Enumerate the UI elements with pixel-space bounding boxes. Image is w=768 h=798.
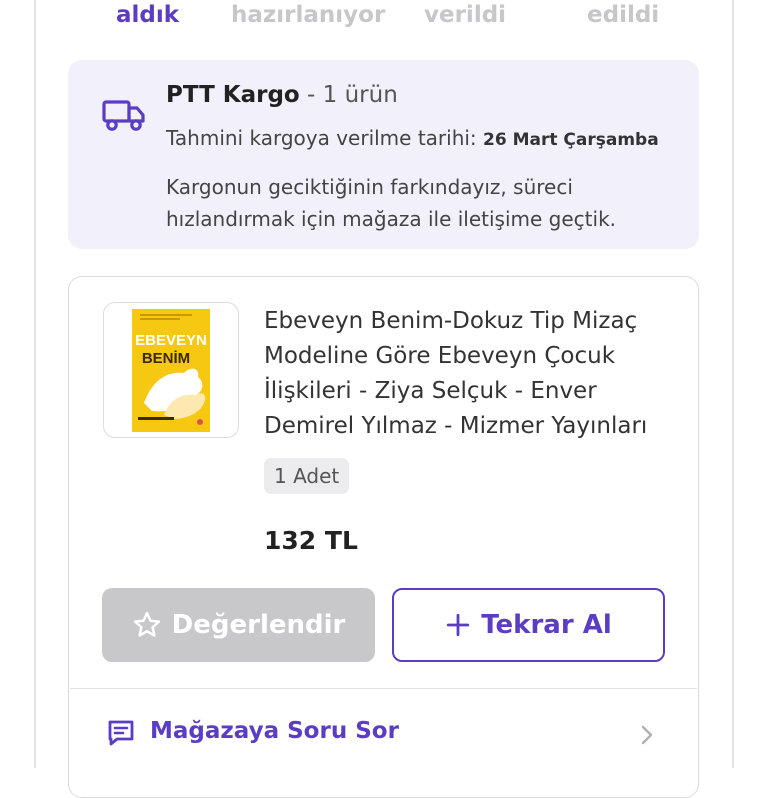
status-step-received: aldık [116, 2, 180, 28]
ask-store-question-label: Mağazaya Soru Sor [150, 718, 399, 744]
delay-message: Kargonun geciktiğinin farkındayız, sürec… [166, 175, 617, 231]
carrier-line: PTT Kargo - 1 ürün [166, 82, 398, 108]
product-price: 132 TL [264, 526, 358, 555]
reorder-button[interactable]: Tekrar Al [392, 588, 665, 662]
ask-store-question-row[interactable]: Mağazaya Soru Sor [70, 700, 697, 768]
chevron-right-icon [641, 725, 653, 745]
rate-button[interactable]: Değerlendir [102, 588, 375, 662]
chat-message-icon [108, 720, 134, 746]
product-title[interactable]: Ebeveyn Benim-Dokuz Tip Mizaç Modeline G… [264, 304, 684, 444]
plus-icon [447, 613, 470, 637]
cover-title-line2: BENİM [142, 350, 190, 367]
reorder-button-label: Tekrar Al [481, 610, 612, 640]
frame-border-left [34, 0, 36, 768]
product-image[interactable]: EBEVEYN BENİM [103, 302, 239, 438]
book-cover-image: EBEVEYN BENİM [132, 309, 210, 432]
eta-label: Tahmini kargoya verilme tarihi: [166, 126, 484, 150]
item-count: - 1 ürün [299, 82, 398, 108]
frame-border-right [732, 0, 734, 768]
eta-line: Tahmini kargoya verilme tarihi: 26 Mart … [166, 126, 659, 150]
status-step-shipped: verildi [424, 2, 507, 28]
cover-title-line1: EBEVEYN [135, 332, 207, 349]
status-step-delivered: edildi [587, 2, 660, 28]
truck-icon [102, 100, 145, 131]
rate-button-label: Değerlendir [171, 610, 346, 640]
divider [70, 688, 697, 689]
status-step-preparing: hazırlanıyor [231, 2, 386, 28]
carrier-name: PTT Kargo [166, 82, 300, 108]
star-outline-icon [133, 611, 160, 637]
quantity-badge: 1 Adet [264, 458, 350, 494]
eta-date: 26 Mart Çarşamba [483, 130, 659, 150]
